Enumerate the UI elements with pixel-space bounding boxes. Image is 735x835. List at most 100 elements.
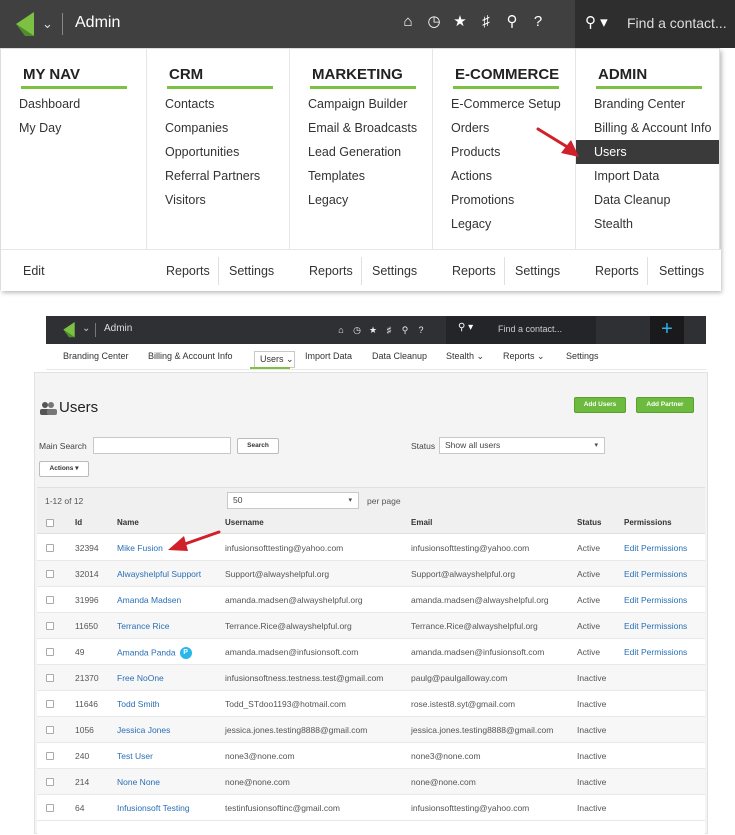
cell-name[interactable]: None None [117,777,160,787]
admin-settings-link[interactable]: Settings [659,264,704,278]
row-checkbox[interactable] [46,544,54,552]
search-icon[interactable]: ⚲ ▾ [585,13,613,33]
menu-item-products[interactable]: Products [451,145,500,159]
edit-permissions-link[interactable]: Edit Permissions [624,569,687,579]
menu-item-campaign-builder[interactable]: Campaign Builder [308,97,407,111]
subnav-import-data[interactable]: Import Data [305,351,352,361]
add-partner-button[interactable]: Add Partner [636,397,694,413]
logo-icon[interactable] [62,320,76,338]
user-name-link[interactable]: None None [117,777,160,787]
person-icon[interactable]: ⚲ [504,13,520,31]
marketing-settings-link[interactable]: Settings [372,264,417,278]
user-name-link[interactable]: Jessica Jones [117,725,170,735]
row-checkbox[interactable] [46,648,54,656]
col-name[interactable]: Name [117,518,139,527]
add-button[interactable]: + [650,316,684,344]
clock-icon[interactable]: ◷ [426,13,442,31]
select-all-checkbox[interactable] [46,519,54,527]
menu-item-stealth[interactable]: Stealth [594,217,633,231]
cell-name[interactable]: Infusionsoft Testing [117,803,190,813]
row-checkbox[interactable] [46,700,54,708]
cell-name[interactable]: Mike Fusion [117,543,163,553]
menu-item-billing-account-info[interactable]: Billing & Account Info [594,121,711,135]
edit-button[interactable]: Edit [23,264,45,278]
status-select[interactable]: Show all users ▾ [439,437,605,454]
row-checkbox[interactable] [46,674,54,682]
main-search-input[interactable] [93,437,231,454]
home-icon[interactable]: ⌂ [336,323,346,337]
crm-reports-link[interactable]: Reports [166,264,210,278]
admin-reports-link[interactable]: Reports [595,264,639,278]
hashtag-icon[interactable]: ♯ [384,323,394,337]
menu-item-email-broadcasts[interactable]: Email & Broadcasts [308,121,417,135]
menu-item-visitors[interactable]: Visitors [165,193,206,207]
menu-item-lead-generation[interactable]: Lead Generation [308,145,401,159]
crm-settings-link[interactable]: Settings [229,264,274,278]
subnav-branding-center[interactable]: Branding Center [63,351,129,361]
cell-name[interactable]: Jessica Jones [117,725,170,735]
col-permissions[interactable]: Permissions [624,518,672,527]
user-name-link[interactable]: Mike Fusion [117,543,163,553]
col-status[interactable]: Status [577,518,601,527]
col-email[interactable]: Email [411,518,432,527]
col-id[interactable]: Id [75,518,82,527]
add-users-button[interactable]: Add Users [574,397,626,413]
menu-item-dashboard[interactable]: Dashboard [19,97,80,111]
cell-name[interactable]: Amanda Madsen [117,595,181,605]
menu-item-import-data[interactable]: Import Data [594,169,659,183]
row-checkbox[interactable] [46,778,54,786]
menu-item-branding-center[interactable]: Branding Center [594,97,685,111]
menu-item-ecommerce-setup[interactable]: E-Commerce Setup [451,97,561,111]
user-name-link[interactable]: Free NoOne [117,673,164,683]
user-name-link[interactable]: Amanda Madsen [117,595,181,605]
user-name-link[interactable]: Todd Smith [117,699,160,709]
menu-item-orders[interactable]: Orders [451,121,489,135]
row-checkbox[interactable] [46,596,54,604]
contact-search[interactable]: ⚲ ▾ Find a contact... [575,0,735,48]
cell-name[interactable]: Terrance Rice [117,621,169,631]
edit-permissions-link[interactable]: Edit Permissions [624,647,687,657]
help-icon[interactable]: ? [416,323,426,337]
row-checkbox[interactable] [46,726,54,734]
row-checkbox[interactable] [46,570,54,578]
user-name-link[interactable]: Amanda Panda [117,647,176,657]
cell-name[interactable]: Todd Smith [117,699,160,709]
user-name-link[interactable]: Infusionsoft Testing [117,803,190,813]
menu-item-actions[interactable]: Actions [451,169,492,183]
row-checkbox[interactable] [46,752,54,760]
menu-item-my-day[interactable]: My Day [19,121,61,135]
ecommerce-reports-link[interactable]: Reports [452,264,496,278]
clock-icon[interactable]: ◷ [352,323,362,337]
star-icon[interactable]: ★ [452,13,468,31]
cell-name[interactable]: Amanda Panda P [117,647,192,659]
subnav-data-cleanup[interactable]: Data Cleanup [372,351,427,361]
menu-item-promotions[interactable]: Promotions [451,193,514,207]
actions-button[interactable]: Actions ▾ [39,461,89,477]
menu-item-opportunities[interactable]: Opportunities [165,145,239,159]
chevron-down-icon[interactable]: ⌄ [82,323,90,334]
cell-name[interactable]: Alwayshelpful Support [117,569,201,579]
user-name-link[interactable]: Terrance Rice [117,621,169,631]
menu-item-companies[interactable]: Companies [165,121,228,135]
menu-item-legacy[interactable]: Legacy [451,217,491,231]
edit-permissions-link[interactable]: Edit Permissions [624,543,687,553]
edit-permissions-link[interactable]: Edit Permissions [624,595,687,605]
logo-icon[interactable] [14,10,36,36]
menu-item-contacts[interactable]: Contacts [165,97,214,111]
ecommerce-settings-link[interactable]: Settings [515,264,560,278]
menu-item-users[interactable]: Users [576,140,719,164]
user-name-link[interactable]: Test User [117,751,153,761]
search-input[interactable]: Find a contact... [627,15,727,31]
menu-item-legacy[interactable]: Legacy [308,193,348,207]
menu-item-referral-partners[interactable]: Referral Partners [165,169,260,183]
edit-permissions-link[interactable]: Edit Permissions [624,621,687,631]
per-page-select[interactable]: 50 ▾ [227,492,359,509]
star-icon[interactable]: ★ [368,323,378,337]
menu-item-templates[interactable]: Templates [308,169,365,183]
subnav-users[interactable]: Users ⌄ [254,351,295,368]
help-icon[interactable]: ? [530,13,546,31]
subnav-settings[interactable]: Settings [566,351,599,361]
home-icon[interactable]: ⌂ [400,13,416,31]
search-button[interactable]: Search [237,438,279,454]
subnav-reports[interactable]: Reports ⌄ [503,351,545,362]
